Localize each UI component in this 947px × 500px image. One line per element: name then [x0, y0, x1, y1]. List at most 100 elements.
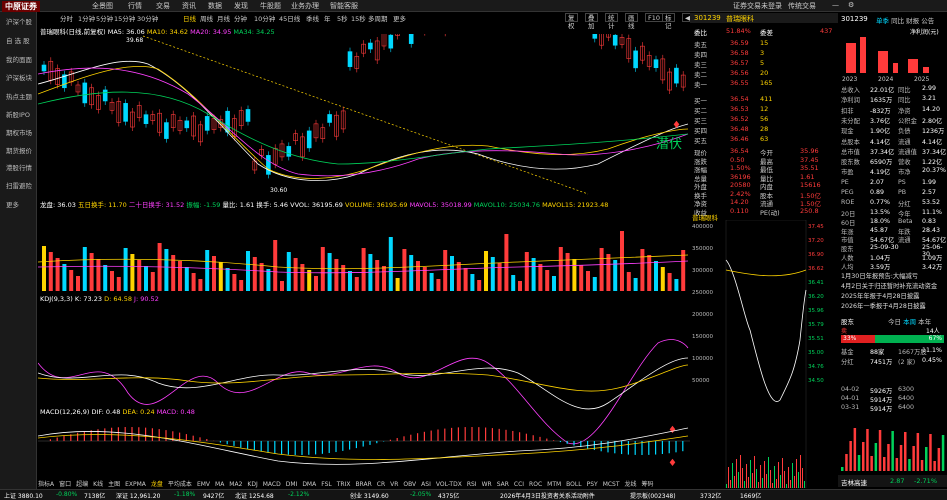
bid-row[interactable]: 买二 36.53 12: [690, 105, 838, 115]
tab-week[interactable]: 本周: [903, 318, 916, 326]
indicator-tab[interactable]: FSL: [321, 481, 332, 488]
tab-year[interactable]: 年: [324, 13, 331, 23]
sidebar-item-hot[interactable]: 热点主题: [0, 89, 37, 106]
indicator-tab[interactable]: VOL-TDX: [436, 481, 462, 488]
mark-button[interactable]: 标记: [662, 13, 675, 30]
menu-news[interactable]: 资讯: [182, 1, 196, 11]
settings-icon[interactable]: ⚙: [848, 1, 854, 9]
news-item[interactable]: 1月30日年报预告:大幅减亏: [841, 271, 918, 280]
tab-timeshare[interactable]: 分时: [60, 13, 73, 23]
tab-yoy[interactable]: 同比: [891, 17, 904, 25]
sb-sh-index[interactable]: 上证 3880.10: [4, 491, 43, 500]
indicator-tab[interactable]: PSY: [587, 481, 598, 488]
tab-15min[interactable]: 15分钟: [114, 13, 135, 23]
news-item[interactable]: 2025年年报于4月28日披露: [841, 291, 919, 300]
indicator-tab[interactable]: EXPMA: [125, 481, 146, 488]
tab-monthly[interactable]: 月线: [217, 13, 230, 23]
tab-minutes[interactable]: 分钟: [234, 13, 247, 23]
overlay-button[interactable]: 叠加: [585, 13, 598, 30]
tab-5sec[interactable]: 5秒: [337, 13, 348, 23]
ask-row[interactable]: 卖二 36.56 20: [690, 69, 838, 79]
sidebar-item-ipo[interactable]: 新股IPO: [0, 107, 37, 124]
bid-row[interactable]: 买五 36.46 63: [690, 135, 838, 145]
tab-weekly[interactable]: 周线: [200, 13, 213, 23]
indicator-tab[interactable]: RSI: [467, 481, 477, 488]
indicator-tab[interactable]: BRAR: [355, 481, 371, 488]
menu-quotes[interactable]: 行情: [128, 1, 142, 11]
indicator-tab[interactable]: MACD: [263, 481, 281, 488]
candlestick-chart[interactable]: 39.68 30.60 潜伏 ♦: [38, 34, 690, 196]
adjust-button[interactable]: 复权: [565, 13, 578, 30]
tab-report[interactable]: 财报: [906, 17, 919, 25]
indicator-tab[interactable]: 窗口: [59, 481, 71, 488]
indicator-tab[interactable]: 超编: [76, 481, 88, 488]
draw-button[interactable]: 画线: [625, 13, 638, 30]
tab-45day[interactable]: 45日线: [279, 13, 300, 23]
menu-bull-stocks[interactable]: 牛股题: [260, 1, 281, 11]
tab-1min[interactable]: 1分钟: [78, 13, 95, 23]
sb-notice[interactable]: 提示板(002348): [630, 491, 676, 500]
news-item[interactable]: 4月2日关于归还暂时补充流动资金: [841, 281, 937, 290]
bid-row[interactable]: 买一 36.54 411: [690, 95, 838, 105]
menu-service[interactable]: 智能客服: [330, 1, 358, 11]
indicator-tab[interactable]: KDJ: [247, 481, 257, 488]
indicator-tab[interactable]: WR: [482, 481, 492, 488]
sb-bz-index[interactable]: 北证 1254.68: [235, 491, 274, 500]
sidebar-item-hk[interactable]: 港股行情: [0, 160, 37, 177]
tab-30min[interactable]: 30分钟: [137, 13, 158, 23]
volume-chart[interactable]: [38, 207, 690, 293]
indicator-tab[interactable]: OBV: [403, 481, 416, 488]
minimize-icon[interactable]: —: [832, 1, 839, 9]
tab-10min[interactable]: 10分钟: [254, 13, 275, 23]
tab-quarterly[interactable]: 单季: [876, 17, 889, 25]
menu-classic-trade[interactable]: 传统交易: [788, 1, 816, 11]
indicator-tab[interactable]: VR: [390, 481, 398, 488]
tab-quarter[interactable]: 季线: [306, 13, 319, 23]
indicator-tab[interactable]: K线: [93, 481, 103, 488]
tab-today[interactable]: 今日: [888, 318, 901, 326]
bid-row[interactable]: 买四 36.48 28: [690, 125, 838, 135]
tab-more[interactable]: 更多: [393, 13, 406, 23]
indicator-tab[interactable]: 龙盘: [151, 481, 163, 488]
tab-5min[interactable]: 5分钟: [96, 13, 113, 23]
menu-data[interactable]: 数据: [208, 1, 222, 11]
indicator-tab[interactable]: CCI: [514, 481, 524, 488]
sidebar-item-sectors[interactable]: 沪深板块: [0, 70, 37, 87]
ask-row[interactable]: 卖三 36.57 5: [690, 59, 838, 69]
menu-business[interactable]: 业务办理: [291, 1, 319, 11]
indicator-tab[interactable]: MCST: [603, 481, 620, 488]
sb-sz-index[interactable]: 深证 12,961.20: [116, 491, 160, 500]
sb-cy-index[interactable]: 创业 3149.60: [350, 491, 389, 500]
sidebar-item-stocks[interactable]: 沪深个股: [0, 14, 37, 31]
ask-row[interactable]: 卖一 36.55 165: [690, 79, 838, 89]
indicator-tab[interactable]: 指标A: [38, 481, 54, 488]
sidebar-item-watchlist[interactable]: 自 选 股: [0, 33, 37, 50]
intraday-chart[interactable]: 37.45 37.20 36.90 36.62 36.41 36.20 35.96 35.79…: [690, 220, 838, 488]
indicator-tab[interactable]: DMA: [302, 481, 316, 488]
sidebar-item-options[interactable]: 期权市场: [0, 125, 37, 142]
sidebar-item-mypage[interactable]: 我的面面: [0, 52, 37, 69]
indicator-tab[interactable]: CR: [377, 481, 385, 488]
indicator-tab[interactable]: MA: [215, 481, 224, 488]
tab-multi[interactable]: 多周期: [368, 13, 388, 23]
indicator-tab[interactable]: EMV: [197, 481, 210, 488]
indicator-tab[interactable]: 平均成本: [168, 481, 192, 488]
indicator-tab[interactable]: BOLL: [566, 481, 581, 488]
tab-notice[interactable]: 公告: [921, 17, 934, 25]
sidebar-item-futures[interactable]: 期货报价: [0, 143, 37, 160]
tab-year[interactable]: 本年: [918, 318, 931, 326]
indicator-tab[interactable]: 龙线: [625, 481, 637, 488]
tab-15sec[interactable]: 15秒: [351, 13, 366, 23]
menu-discover[interactable]: 发现: [234, 1, 248, 11]
ask-row[interactable]: 卖五 36.59 15: [690, 39, 838, 49]
indicator-tab[interactable]: SAR: [497, 481, 509, 488]
menu-login-status[interactable]: 证券交易未登录: [733, 1, 782, 11]
indicator-tab[interactable]: MA2: [229, 481, 242, 488]
f10-button[interactable]: F10: [645, 13, 664, 22]
indicator-tab[interactable]: 主图: [108, 481, 120, 488]
indicator-tab[interactable]: TRIX: [337, 481, 351, 488]
sb-news-ticker[interactable]: 2026年4月3日投资者关系活动附件: [500, 491, 595, 500]
news-item[interactable]: 2026年一季报于4月28日披露: [841, 301, 926, 310]
sidebar-item-risk[interactable]: 扫雷避险: [0, 178, 37, 195]
indicator-tab[interactable]: ASI: [421, 481, 431, 488]
